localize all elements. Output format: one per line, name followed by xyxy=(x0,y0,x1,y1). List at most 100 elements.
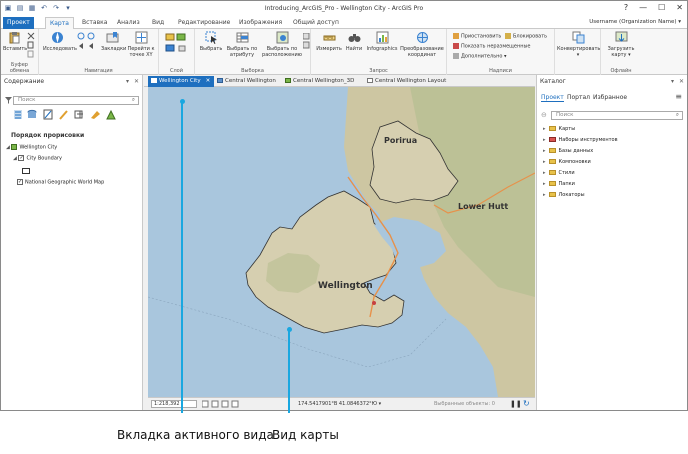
convert-icon xyxy=(572,31,584,44)
expand-arrow-icon[interactable]: ▸ xyxy=(543,137,546,143)
layer-name: City Boundary xyxy=(26,155,62,162)
catalog-item-locators[interactable]: ▸ Локаторы xyxy=(543,192,585,199)
layer-name: National Geographic World Map xyxy=(25,179,105,186)
pause-drawing-icon[interactable]: ❚❚ xyxy=(510,400,522,408)
new-project-icon[interactable]: ▣ xyxy=(4,4,12,12)
select-by-attribute-button[interactable]: Выбрать по атрибуту xyxy=(225,31,259,58)
lock-labels-button[interactable]: Блокировать xyxy=(505,33,547,40)
convert-coordinates-icon xyxy=(416,32,428,43)
tab-central-wellington-layout[interactable]: Central Wellington Layout xyxy=(364,76,450,87)
layer-city-boundary[interactable]: ◢ ✓ City Boundary xyxy=(13,155,62,163)
tab-central-wellington-3d[interactable]: Central Wellington_3D xyxy=(282,76,358,87)
tab-share[interactable]: Общий доступ xyxy=(289,17,343,29)
measure-icon xyxy=(323,35,335,41)
select-by-location-button[interactable]: Выбрать по расположению xyxy=(261,31,303,58)
paste-button[interactable]: Вставить xyxy=(3,31,27,52)
tab-edit[interactable]: Редактирование xyxy=(174,17,234,29)
expand-arrow-icon[interactable]: ▸ xyxy=(543,170,546,176)
catalog-header: Каталог ▾ ✕ xyxy=(537,77,687,87)
catalog-item-maps[interactable]: ▸ Карты xyxy=(543,126,575,133)
coordinate-readout[interactable]: 174.5417901°В 41.0846372°Ю ▾ xyxy=(298,401,381,407)
selection-small-icons[interactable] xyxy=(303,33,310,55)
download-map-button[interactable]: Загрузить карту ▾ xyxy=(603,31,639,58)
scale-value: 1:218,392 xyxy=(154,401,180,407)
expand-arrow-icon[interactable]: ▸ xyxy=(543,181,546,187)
catalog-item-styles[interactable]: ▸ Стили xyxy=(543,170,575,177)
inquiry-group-label: Запрос xyxy=(369,68,388,74)
catalog-search-input[interactable]: Поиск ⌕ xyxy=(551,111,683,120)
layer-basemap[interactable]: ✓ National Geographic World Map xyxy=(17,179,104,187)
tab-analysis[interactable]: Анализ xyxy=(113,17,144,29)
tab-imagery[interactable]: Изображения xyxy=(235,17,286,29)
save-icon[interactable]: ▦ xyxy=(28,4,36,12)
tab-project[interactable]: Проект xyxy=(3,17,34,29)
catalog-tab-favorites[interactable]: Избранное xyxy=(593,94,627,101)
measure-button[interactable]: Измерить xyxy=(315,31,343,52)
catalog-item-databases[interactable]: ▸ Базы данных xyxy=(543,148,593,155)
pin-icon[interactable]: ▾ xyxy=(671,77,674,87)
zoom-pan-icons[interactable] xyxy=(77,32,99,54)
customize-icon[interactable]: ▾ xyxy=(64,4,72,12)
catalog-item-toolboxes[interactable]: ▸ Наборы инструментов xyxy=(543,137,618,144)
back-icon[interactable]: ⊖ xyxy=(541,111,547,119)
refresh-icon[interactable]: ↻ xyxy=(523,399,530,408)
redo-icon[interactable]: ↷ xyxy=(52,4,60,12)
wellington-label: Wellington xyxy=(318,281,373,291)
minimize-button[interactable]: — xyxy=(639,3,647,12)
contents-search-input[interactable]: Поиск ⌕ xyxy=(13,96,139,105)
help-button[interactable]: ? xyxy=(624,3,628,12)
tab-wellington-city[interactable]: Wellington City ✕ xyxy=(148,76,215,87)
convert-coordinates-button[interactable]: Преобразование координат xyxy=(399,31,445,58)
explore-button[interactable]: Исследовать xyxy=(43,31,77,52)
scale-selector[interactable]: 1:218,392 xyxy=(151,400,197,408)
bookmarks-button[interactable]: Закладки xyxy=(101,31,126,52)
contents-toolbar[interactable] xyxy=(13,109,123,121)
locate-button[interactable]: Найти xyxy=(343,31,365,52)
pin-icon[interactable]: ▾ xyxy=(126,77,129,87)
close-tab-icon[interactable]: ✕ xyxy=(206,78,211,84)
tab-view[interactable]: Вид xyxy=(148,17,168,29)
cut-copy-icons[interactable] xyxy=(27,32,35,58)
goto-xy-button[interactable]: Перейти к точке XY xyxy=(125,31,157,58)
catalog-tab-portal[interactable]: Портал xyxy=(567,94,590,101)
catalog-item-folders[interactable]: ▸ Папки xyxy=(543,181,575,188)
layer-checkbox[interactable]: ✓ xyxy=(18,155,25,161)
catalog-tab-project[interactable]: Проект xyxy=(541,94,564,102)
convert-button[interactable]: Конвертировать ▾ xyxy=(557,31,600,58)
offline-group: Загрузить карту ▾ Офлайн xyxy=(601,29,641,75)
view-tabs: Wellington City ✕ Central Wellington Cent… xyxy=(144,75,535,87)
layer-checkbox[interactable]: ✓ xyxy=(17,179,23,185)
expand-arrow-icon[interactable]: ▸ xyxy=(543,192,546,198)
goto-xy-icon xyxy=(135,31,147,44)
filter-icon[interactable] xyxy=(5,97,12,104)
tab-central-wellington[interactable]: Central Wellington xyxy=(214,76,280,87)
goto-xy-label: Перейти к точке XY xyxy=(127,46,155,58)
expand-arrow-icon[interactable]: ▸ xyxy=(543,159,546,165)
open-icon[interactable]: ▤ xyxy=(16,4,24,12)
catalog-close-icon[interactable]: ✕ xyxy=(679,77,684,87)
select-by-location-icon xyxy=(276,31,288,44)
select-button[interactable]: Выбрать xyxy=(199,31,223,52)
add-data-icons[interactable] xyxy=(165,33,189,57)
map-view[interactable]: Porirua Lower Hutt Wellington xyxy=(148,87,535,397)
user-account[interactable]: Username (Organization Name) ▾ xyxy=(589,19,681,25)
tab-insert[interactable]: Вставка xyxy=(78,17,111,29)
labeling-more-button[interactable]: Дополнительно ▾ xyxy=(453,53,507,60)
map-node[interactable]: ◢ Wellington City xyxy=(6,144,57,152)
close-button[interactable]: ✕ xyxy=(676,3,683,12)
map-status-bar: 1:218,392 174.5417901°В 41.0846372°Ю ▾ В… xyxy=(148,397,535,409)
bookmark-icon xyxy=(106,32,118,43)
boundary-symbol[interactable] xyxy=(22,168,30,174)
catalog-item-layouts[interactable]: ▸ Компоновки xyxy=(543,159,591,166)
maximize-button[interactable]: ☐ xyxy=(658,3,665,12)
quick-access-toolbar: ▣ ▤ ▦ ↶ ↷ ▾ xyxy=(4,4,72,12)
catalog-menu-icon[interactable]: ≡ xyxy=(675,92,682,101)
pause-labels-button[interactable]: Приостановить xyxy=(453,33,501,40)
infographics-button[interactable]: Infographics xyxy=(365,31,399,52)
unplaced-labels-button[interactable]: Показать неразмещенные xyxy=(453,43,531,50)
contents-close-icon[interactable]: ✕ xyxy=(134,77,139,87)
status-tool-icons[interactable] xyxy=(202,400,242,408)
expand-arrow-icon[interactable]: ▸ xyxy=(543,148,546,154)
undo-icon[interactable]: ↶ xyxy=(40,4,48,12)
expand-arrow-icon[interactable]: ▸ xyxy=(543,126,546,132)
